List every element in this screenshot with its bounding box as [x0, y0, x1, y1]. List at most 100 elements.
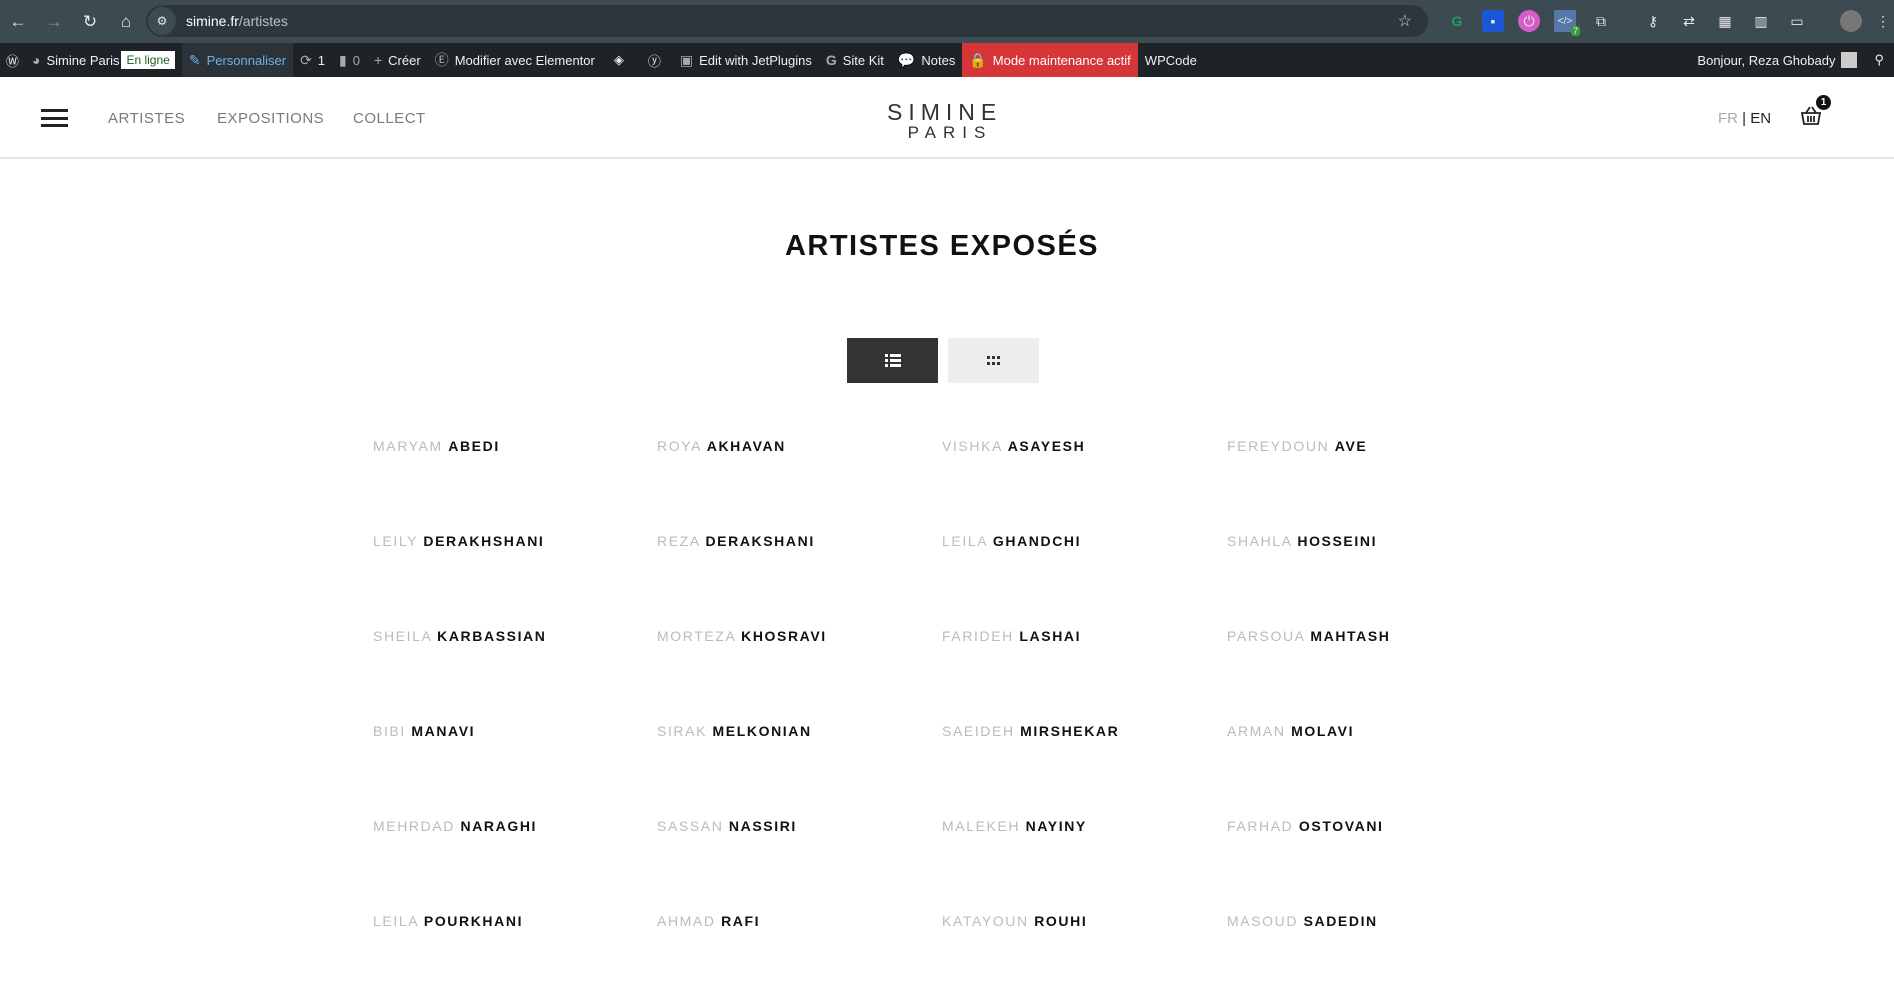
artist-first-name: LEILA: [942, 533, 988, 549]
diamond-plugin-icon[interactable]: ◈: [602, 43, 636, 77]
artist-last-name: RAFI: [721, 913, 761, 929]
admin-jetplugins[interactable]: ▣ Edit with JetPlugins: [673, 43, 819, 77]
cart-button[interactable]: 1: [1800, 95, 1831, 129]
list-view-button[interactable]: [847, 338, 938, 383]
artist-link[interactable]: AHMAD RAFI: [657, 913, 760, 929]
reading-mode-icon[interactable]: ▥: [1750, 10, 1772, 32]
artist-link[interactable]: MORTEZA KHOSRAVI: [657, 628, 827, 644]
nav-expositions[interactable]: EXPOSITIONS: [217, 110, 324, 127]
browser-toolbar: ← → ↻ ⌂ ⚙ simine.fr/artistes ☆ G ▪ ⏻ </>…: [0, 0, 1894, 43]
artist-link[interactable]: BIBI MANAVI: [373, 723, 475, 739]
artist-last-name: MIRSHEKAR: [1020, 723, 1120, 739]
tab-card-icon[interactable]: ▭: [1786, 10, 1808, 32]
elementor-icon: Ⓔ: [434, 52, 449, 68]
artist-link[interactable]: MARYAM ABEDI: [373, 438, 500, 454]
password-key-icon[interactable]: ⚷: [1642, 10, 1664, 32]
artist-last-name: KHOSRAVI: [741, 628, 827, 644]
admin-elementor[interactable]: Ⓔ Modifier avec Elementor: [428, 43, 602, 77]
nav-artistes[interactable]: ARTISTES: [108, 110, 185, 127]
artist-link[interactable]: SHAHLA HOSSEINI: [1227, 533, 1377, 549]
artist-link[interactable]: LEILA GHANDCHI: [942, 533, 1081, 549]
translate-icon[interactable]: ⇄: [1678, 10, 1700, 32]
lang-fr[interactable]: FR: [1718, 110, 1738, 127]
artist-last-name: SADEDIN: [1303, 913, 1378, 929]
admin-maintenance[interactable]: 🔒 Mode maintenance actif: [962, 43, 1138, 77]
qr-code-icon[interactable]: ▦: [1714, 10, 1736, 32]
artist-last-name: ABEDI: [448, 438, 500, 454]
admin-updates[interactable]: ⟳ 1: [293, 43, 332, 77]
jet-icon: ▣: [679, 51, 694, 68]
artist-last-name: MOLAVI: [1291, 723, 1355, 739]
artist-link[interactable]: PARSOUA MAHTASH: [1227, 628, 1391, 644]
grid-view-button[interactable]: [948, 338, 1039, 383]
artist-link[interactable]: MALEKEH NAYINY: [942, 818, 1087, 834]
artist-link[interactable]: LEILY DERAKHSHANI: [373, 533, 544, 549]
updates-count: 1: [317, 52, 326, 68]
site-logo[interactable]: SIMINE PARIS: [887, 101, 999, 142]
extensions-puzzle-icon[interactable]: ⧉: [1590, 10, 1612, 32]
code-extension-icon[interactable]: </> 7: [1554, 10, 1580, 36]
power-extension-icon[interactable]: ⏻: [1518, 10, 1540, 32]
admin-search-icon[interactable]: ⚲: [1864, 43, 1894, 77]
url-host: simine.fr: [186, 13, 239, 29]
artist-link[interactable]: MEHRDAD NARAGHI: [373, 818, 537, 834]
admin-new[interactable]: + Créer: [367, 43, 428, 77]
logo-line2: PARIS: [907, 123, 993, 142]
artist-first-name: LEILA: [373, 913, 419, 929]
artist-first-name: MALEKEH: [942, 818, 1021, 834]
artist-link[interactable]: ROYA AKHAVAN: [657, 438, 786, 454]
artist-link[interactable]: FARIDEH LASHAI: [942, 628, 1081, 644]
artist-link[interactable]: VISHKA ASAYESH: [942, 438, 1085, 454]
artist-link[interactable]: REZA DERAKSHANI: [657, 533, 815, 549]
shield-extension-icon[interactable]: ▪: [1482, 10, 1504, 32]
admin-wpcode[interactable]: WPCode: [1138, 43, 1204, 77]
forward-icon[interactable]: →: [36, 12, 72, 32]
artist-first-name: VISHKA: [942, 438, 1003, 454]
home-icon[interactable]: ⌂: [108, 12, 144, 32]
hamburger-menu-icon[interactable]: [41, 109, 68, 127]
artist-last-name: HOSSEINI: [1297, 533, 1378, 549]
artist-link[interactable]: LEILA POURKHANI: [373, 913, 523, 929]
artist-first-name: MEHRDAD: [373, 818, 455, 834]
admin-site-name[interactable]: ◕ Simine Paris En ligne: [25, 43, 182, 77]
artist-link[interactable]: ARMAN MOLAVI: [1227, 723, 1354, 739]
artist-link[interactable]: KATAYOUN ROUHI: [942, 913, 1087, 929]
reload-icon[interactable]: ↻: [72, 12, 108, 32]
artist-link[interactable]: FARHAD OSTOVANI: [1227, 818, 1384, 834]
artist-link[interactable]: MASOUD SADEDIN: [1227, 913, 1378, 929]
admin-comments[interactable]: ▮ 0: [332, 43, 367, 77]
artist-link[interactable]: FEREYDOUN AVE: [1227, 438, 1367, 454]
artist-last-name: DERAKHSHANI: [423, 533, 545, 549]
menu-dots-icon[interactable]: ⋮: [1876, 10, 1890, 32]
wordpress-logo-icon[interactable]: Ⓦ: [0, 43, 25, 77]
artist-first-name: REZA: [657, 533, 700, 549]
artist-first-name: FEREYDOUN: [1227, 438, 1330, 454]
user-avatar: [1841, 52, 1858, 68]
artist-link[interactable]: SIRAK MELKONIAN: [657, 723, 812, 739]
profile-avatar[interactable]: [1840, 10, 1862, 32]
yoast-icon[interactable]: ⓨ: [636, 43, 673, 77]
url-text[interactable]: simine.fr/artistes: [186, 13, 288, 29]
nav-collect[interactable]: COLLECT: [353, 110, 426, 127]
artist-link[interactable]: SAEIDEH MIRSHEKAR: [942, 723, 1119, 739]
artist-last-name: OSTOVANI: [1298, 818, 1384, 834]
artist-first-name: FARHAD: [1227, 818, 1294, 834]
lang-en[interactable]: EN: [1750, 110, 1771, 127]
admin-notes[interactable]: 💬 Notes: [891, 43, 962, 77]
lang-separator: |: [1738, 110, 1751, 127]
artist-last-name: NASSIRI: [728, 818, 797, 834]
grammarly-extension-icon[interactable]: G: [1446, 10, 1468, 32]
admin-customize[interactable]: ✎ Personnaliser: [181, 43, 294, 77]
admin-account[interactable]: Bonjour, Reza Ghobady: [1690, 43, 1864, 77]
admin-sitekit[interactable]: G Site Kit: [819, 43, 891, 77]
artist-first-name: ROYA: [657, 438, 702, 454]
artist-link[interactable]: SHEILA KARBASSIAN: [373, 628, 546, 644]
back-icon[interactable]: ←: [0, 12, 36, 32]
artist-last-name: MAHTASH: [1310, 628, 1391, 644]
speech-bubble-icon: 💬: [897, 51, 916, 68]
address-bar[interactable]: ⚙ simine.fr/artistes ☆: [146, 5, 1428, 37]
artist-link[interactable]: SASSAN NASSIRI: [657, 818, 797, 834]
bookmark-star-icon[interactable]: ☆: [1398, 11, 1412, 31]
comment-icon: ▮: [339, 51, 347, 68]
site-info-icon[interactable]: ⚙: [148, 7, 176, 35]
